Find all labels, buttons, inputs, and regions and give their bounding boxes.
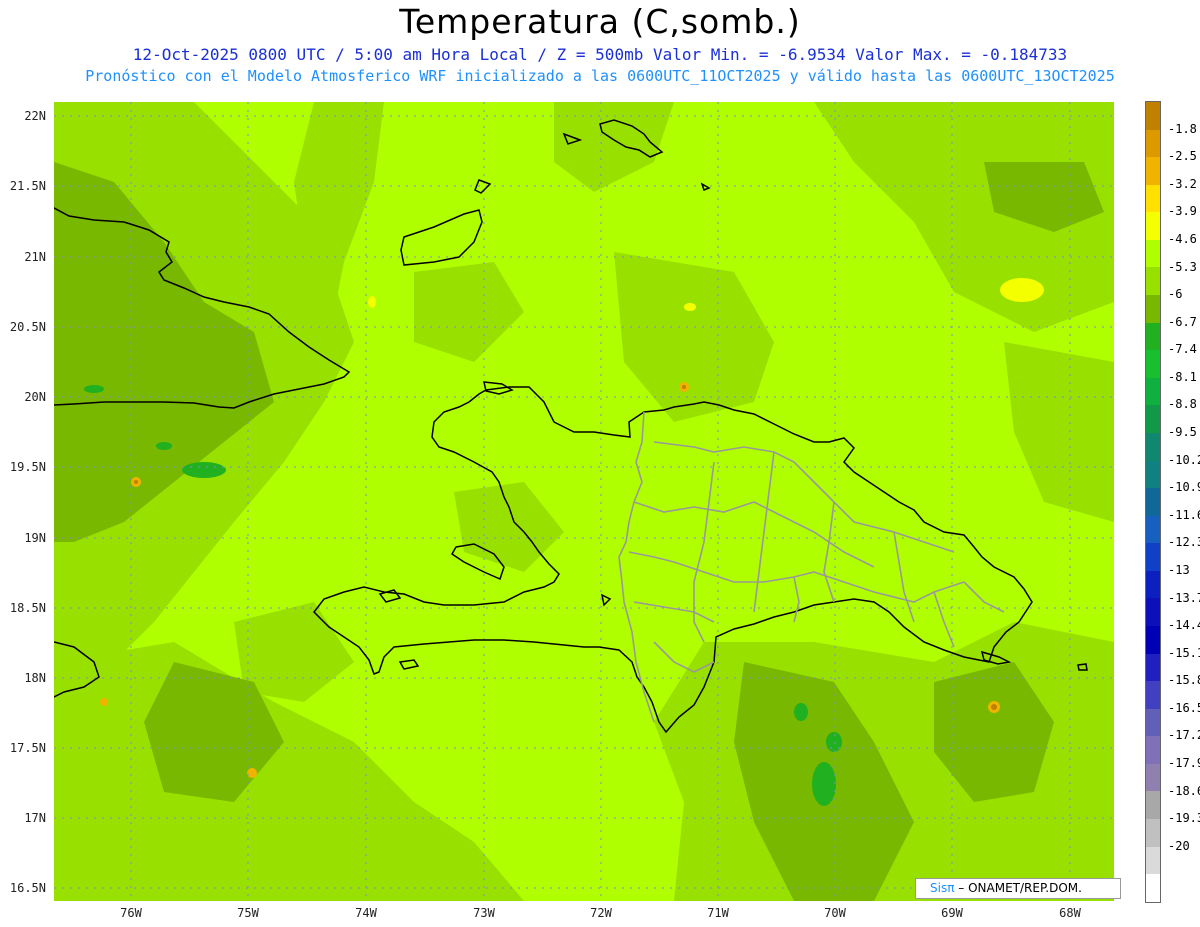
lat-label-19-5n: 19.5N — [9, 460, 46, 474]
colorbar-label: -15.1 — [1168, 645, 1200, 660]
colorbar-swatch — [1146, 570, 1160, 599]
colorbar-label: -17.2 — [1168, 728, 1200, 743]
temperature-map — [54, 102, 1114, 901]
colorbar-swatch — [1146, 350, 1160, 378]
colorbar-label: -19.3 — [1168, 811, 1200, 826]
colorbar-swatch — [1146, 129, 1160, 158]
lon-label-73w: 73W — [473, 906, 495, 920]
colorbar-swatch — [1146, 102, 1160, 130]
colorbar-swatch — [1146, 625, 1160, 654]
model-run-subtitle: Pronóstico con el Modelo Atmosferico WRF… — [85, 67, 1115, 85]
lat-label-20-5n: 20.5N — [9, 320, 46, 334]
colorbar-swatch — [1146, 295, 1160, 323]
lat-label-18n: 18N — [24, 671, 46, 685]
credit-box: Sisπ – ONAMET/REP.DOM. — [915, 878, 1121, 899]
lat-label-17-5n: 17.5N — [9, 741, 46, 755]
colorbar-label: -14.4 — [1168, 618, 1200, 633]
colorbar-swatch — [1146, 763, 1160, 792]
lat-label-21n: 21N — [24, 250, 46, 264]
lon-label-74w: 74W — [355, 906, 377, 920]
colorbar-label: -5.3 — [1168, 259, 1197, 274]
colorbar-swatch — [1146, 377, 1160, 406]
lon-label-68w: 68W — [1059, 906, 1081, 920]
colorbar-swatch — [1146, 212, 1160, 240]
colorbar-swatch — [1146, 515, 1160, 544]
colorbar-label: -8.8 — [1168, 397, 1197, 412]
colorbar-label: -9.5 — [1168, 425, 1197, 440]
colorbar-swatch — [1146, 791, 1160, 820]
colorbar-label: -6 — [1168, 287, 1183, 302]
lon-label-76w: 76W — [120, 906, 142, 920]
lat-label-22n: 22N — [24, 109, 46, 123]
lat-label-21-5n: 21.5N — [9, 179, 46, 193]
colorbar-swatch — [1146, 239, 1160, 268]
colorbar-label: -6.7 — [1168, 314, 1197, 329]
lon-label-75w: 75W — [237, 906, 259, 920]
colorbar-swatch — [1146, 819, 1160, 847]
lon-label-71w: 71W — [707, 906, 729, 920]
colorbar-label: -2.5 — [1168, 149, 1197, 164]
colorbar-label: -13.7 — [1168, 590, 1200, 605]
colorbar — [1145, 101, 1161, 903]
colorbar-swatch — [1146, 267, 1160, 296]
colorbar-swatch — [1146, 460, 1160, 489]
colorbar-swatch — [1146, 653, 1160, 682]
lon-label-70w: 70W — [824, 906, 846, 920]
credit-text: – ONAMET/REP.DOM. — [958, 881, 1082, 895]
lon-label-72w: 72W — [590, 906, 612, 920]
colorbar-swatch — [1146, 432, 1160, 461]
colorbar-label: -15.8 — [1168, 673, 1200, 688]
colorbar-swatch — [1146, 681, 1160, 709]
lat-label-19n: 19N — [24, 531, 46, 545]
colorbar-swatch — [1146, 543, 1160, 571]
colorbar-label: -3.9 — [1168, 204, 1197, 219]
colorbar-label: -18.6 — [1168, 783, 1200, 798]
lat-label-17n: 17N — [24, 811, 46, 825]
colorbar-label: -4.6 — [1168, 231, 1197, 246]
colorbar-label: -10.9 — [1168, 480, 1200, 495]
lon-label-69w: 69W — [941, 906, 963, 920]
colorbar-swatch — [1146, 736, 1160, 764]
colorbar-swatch — [1146, 157, 1160, 185]
colorbar-swatch — [1146, 598, 1160, 626]
colorbar-label: -3.2 — [1168, 176, 1197, 191]
colorbar-label: -11.6 — [1168, 507, 1200, 522]
lat-label-18-5n: 18.5N — [9, 601, 46, 615]
valid-time-subtitle: 12-Oct-2025 0800 UTC / 5:00 am Hora Loca… — [132, 45, 1068, 64]
colorbar-swatch — [1146, 184, 1160, 213]
colorbar-label: -13 — [1168, 562, 1190, 577]
colorbar-swatch — [1146, 846, 1160, 875]
colorbar-label: -16.5 — [1168, 700, 1200, 715]
colorbar-swatch — [1146, 488, 1160, 516]
colorbar-label: -7.4 — [1168, 342, 1197, 357]
colorbar-label: -17.9 — [1168, 756, 1200, 771]
colorbar-label: -12.3 — [1168, 535, 1200, 550]
credit-brand: Sisπ — [930, 881, 955, 895]
colorbar-label: -20 — [1168, 838, 1190, 853]
colorbar-swatch — [1146, 405, 1160, 433]
colorbar-swatch — [1146, 708, 1160, 737]
colorbar-swatch — [1146, 322, 1160, 351]
lat-label-20n: 20N — [24, 390, 46, 404]
colorbar-swatch — [1146, 874, 1160, 902]
colorbar-label: -10.2 — [1168, 452, 1200, 467]
lat-label-16-5n: 16.5N — [9, 881, 46, 895]
map-title: Temperatura (C,somb.) — [399, 2, 801, 41]
colorbar-label: -1.8 — [1168, 121, 1197, 136]
colorbar-label: -8.1 — [1168, 369, 1197, 384]
